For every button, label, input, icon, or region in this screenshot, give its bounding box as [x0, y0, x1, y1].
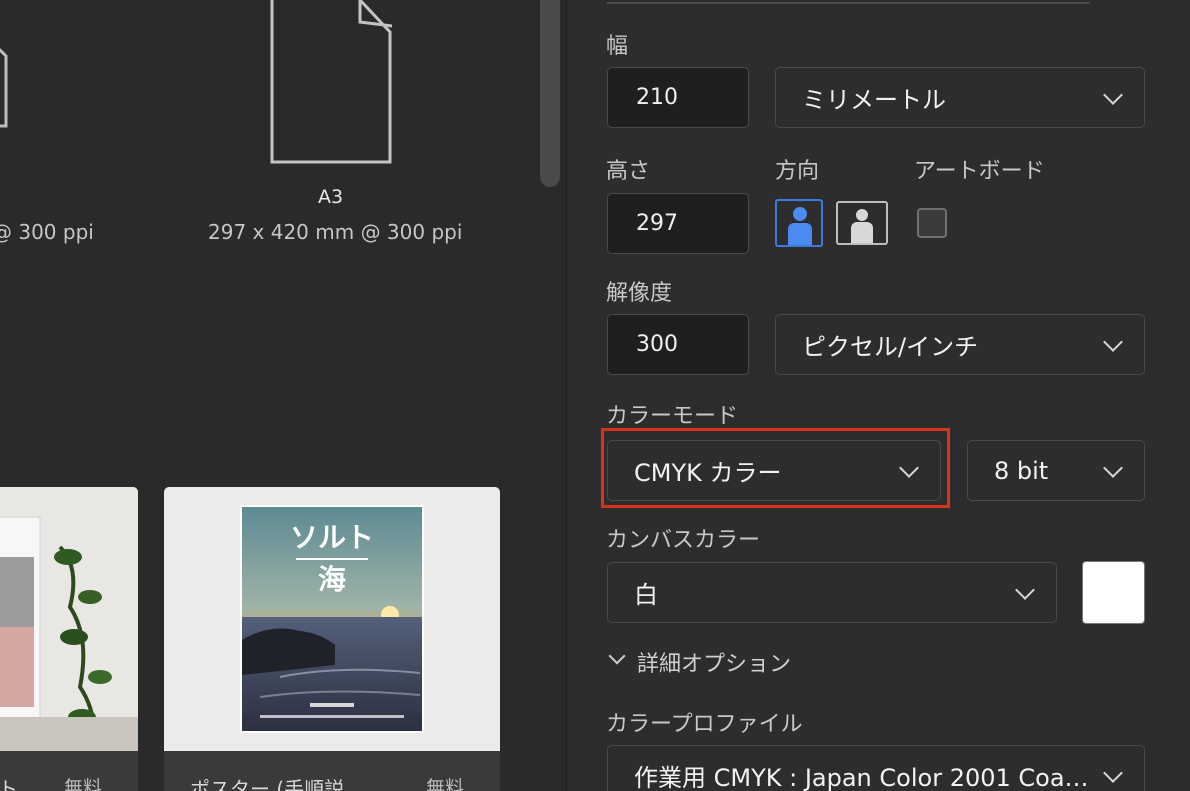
svg-text:海: 海: [318, 563, 346, 596]
canvas-color-label: カンバスカラー: [606, 528, 761, 553]
orientation-label: 方向: [775, 159, 820, 184]
template-title: ポスター (手順説…: [190, 777, 365, 791]
color-mode-highlight-box: [601, 428, 950, 508]
color-profile-select[interactable]: 作業用 CMYK : Japan Color 2001 Coa…: [607, 745, 1145, 791]
chevron-down-icon: [1103, 84, 1123, 105]
bit-depth-select[interactable]: 8 bit: [967, 440, 1145, 501]
template-price: 無料: [64, 777, 103, 791]
resolution-unit-select[interactable]: ピクセル/インチ: [775, 314, 1145, 375]
chevron-down-icon: [1103, 762, 1123, 783]
resolution-unit-value: ピクセル/インチ: [802, 333, 979, 361]
landscape-orientation-button[interactable]: [836, 201, 888, 245]
title-underline: [607, 2, 1090, 4]
template-price: 無料: [426, 777, 465, 791]
document-icon: [270, 0, 393, 164]
resolution-input[interactable]: 300: [607, 314, 749, 375]
width-unit-value: ミリメートル: [802, 86, 946, 114]
width-input[interactable]: 210: [607, 67, 749, 128]
advanced-options-label: 詳細オプション: [637, 652, 792, 677]
canvas-color-value: 白: [634, 581, 658, 609]
artboard-checkbox[interactable]: [917, 208, 947, 238]
color-profile-label: カラープロファイル: [606, 712, 803, 737]
color-profile-value: 作業用 CMYK : Japan Color 2001 Coa…: [634, 764, 1089, 791]
chevron-down-icon: [1103, 457, 1123, 478]
poster-title: ソルト: [290, 521, 374, 554]
artboard-label: アートボード: [914, 159, 1045, 184]
height-label: 高さ: [606, 159, 651, 184]
resolution-label: 解像度: [606, 281, 673, 306]
chevron-down-icon: [1103, 331, 1123, 352]
template-thumbnail: [0, 487, 138, 751]
width-label: 幅: [606, 34, 629, 59]
template-title: ト…: [0, 777, 38, 791]
gallery-scrollbar[interactable]: [540, 0, 560, 187]
height-input[interactable]: 297: [607, 193, 749, 254]
width-unit-select[interactable]: ミリメートル: [775, 67, 1145, 128]
plant-frame-image: [0, 487, 138, 751]
bit-depth-value: 8 bit: [994, 456, 1049, 485]
color-mode-label: カラーモード: [606, 404, 739, 429]
preset-gallery: @ 300 ppi A3 297 x 420 mm @ 300 ppi ト… 無…: [0, 0, 566, 791]
portrait-orientation-button[interactable]: [775, 199, 823, 247]
canvas-color-select[interactable]: 白: [607, 562, 1057, 623]
poster-image: ソルト 海: [240, 505, 424, 733]
chevron-down-icon: [1015, 579, 1035, 600]
template-thumbnail: ソルト 海: [164, 487, 500, 751]
preset-size-left: @ 300 ppi: [0, 220, 94, 244]
document-icon: [0, 48, 8, 128]
canvas-color-swatch[interactable]: [1082, 561, 1145, 624]
preset-name: A3: [318, 186, 344, 208]
preset-size: 297 x 420 mm @ 300 ppi: [208, 220, 463, 244]
